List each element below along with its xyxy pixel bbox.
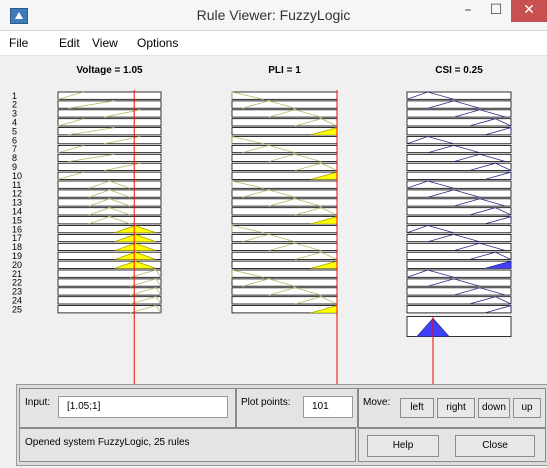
mf-box-1[interactable] <box>57 287 162 296</box>
mf-box-1[interactable] <box>57 278 162 287</box>
mf-box-1[interactable] <box>57 207 162 216</box>
menu-file[interactable]: File <box>9 36 28 50</box>
menu-bar: File Edit View Options <box>0 31 547 56</box>
mf-box-2[interactable] <box>231 207 338 216</box>
mf-box-2[interactable] <box>231 296 338 305</box>
rules-plot[interactable]: Voltage = 1.05 PLI = 1 CSI = 0.25123456789… <box>0 56 547 384</box>
input-label: Input: <box>25 397 51 408</box>
move-left-button[interactable]: left <box>400 398 434 418</box>
status-panel: Opened system FuzzyLogic, 25 rules <box>19 428 356 462</box>
mf-box-1[interactable] <box>57 305 162 314</box>
mf-box-3[interactable] <box>406 118 512 127</box>
mf-box-1[interactable] <box>57 216 162 225</box>
mf-box-2[interactable] <box>231 287 338 296</box>
mf-box-3[interactable] <box>406 136 512 145</box>
menu-view[interactable]: View <box>92 36 118 50</box>
control-panel: Input: [1.05;1] Plot points: 101 Move: l… <box>16 384 547 466</box>
mf-box-1[interactable] <box>57 91 162 100</box>
variable-title-2: PLI = 1 <box>268 65 301 76</box>
mf-box-1[interactable] <box>57 296 162 305</box>
menu-edit[interactable]: Edit <box>59 36 80 50</box>
help-button[interactable]: Help <box>367 435 439 457</box>
menu-options[interactable]: Options <box>137 36 178 50</box>
close-window-button[interactable]: ✕ <box>511 0 547 22</box>
mf-box-1[interactable] <box>57 180 162 189</box>
mf-box-2[interactable] <box>231 242 338 252</box>
action-panel: Help Close <box>358 428 546 462</box>
input-field[interactable]: [1.05;1] <box>58 396 228 418</box>
mf-box-3[interactable] <box>406 91 512 100</box>
move-panel: Move: left right down up <box>358 388 546 428</box>
mf-box-2[interactable] <box>231 153 338 163</box>
plot-points-label: Plot points: <box>241 397 291 408</box>
mf-box-3[interactable] <box>406 296 512 305</box>
mf-box-2[interactable] <box>231 109 338 118</box>
maximize-button[interactable]: ☐ <box>484 0 508 22</box>
mf-box-3[interactable] <box>406 305 512 314</box>
mf-box-3[interactable] <box>406 269 512 278</box>
move-right-button[interactable]: right <box>437 398 475 418</box>
rule-number[interactable]: 25 <box>12 304 22 314</box>
mf-box-3[interactable] <box>406 216 512 225</box>
mf-box-2[interactable] <box>231 118 338 127</box>
minimize-button[interactable]: – <box>456 0 480 22</box>
mf-box-1[interactable] <box>57 269 162 278</box>
input-panel: Input: [1.05;1] <box>19 388 236 428</box>
plot-points-panel: Plot points: 101 <box>236 388 358 428</box>
mf-box-3[interactable] <box>406 207 512 216</box>
plot-points-field[interactable]: 101 <box>303 396 353 418</box>
mf-box-2[interactable] <box>231 251 338 260</box>
move-label: Move: <box>363 397 391 408</box>
mf-box-3[interactable] <box>406 180 512 189</box>
mf-box-1[interactable] <box>57 189 162 198</box>
mf-box-2[interactable] <box>231 198 338 207</box>
mf-box-3[interactable] <box>406 171 512 180</box>
rule-plot-area[interactable]: Voltage = 1.05 PLI = 1 CSI = 0.25 1 2 3 4 5 6 7 8 9… <box>0 56 547 384</box>
mf-box-3[interactable] <box>406 225 512 234</box>
mf-box-1[interactable] <box>57 118 162 127</box>
mf-box-1[interactable] <box>57 145 162 154</box>
mf-box-3[interactable] <box>406 162 512 171</box>
mf-box-1[interactable] <box>57 171 162 180</box>
mf-box-3[interactable] <box>406 127 512 136</box>
close-button[interactable]: Close <box>455 435 535 457</box>
title-bar: Rule Viewer: FuzzyLogic – ☐ ✕ <box>0 0 547 31</box>
mf-box-3[interactable] <box>406 251 512 260</box>
move-up-button[interactable]: up <box>513 398 541 418</box>
move-down-button[interactable]: down <box>478 398 510 418</box>
mf-box-2[interactable] <box>231 162 338 171</box>
variable-title-3: CSI = 0.25 <box>435 65 483 76</box>
mf-box-1[interactable] <box>57 198 162 207</box>
status-text: Opened system FuzzyLogic, 25 rules <box>25 437 190 448</box>
variable-title-1: Voltage = 1.05 <box>76 65 143 76</box>
